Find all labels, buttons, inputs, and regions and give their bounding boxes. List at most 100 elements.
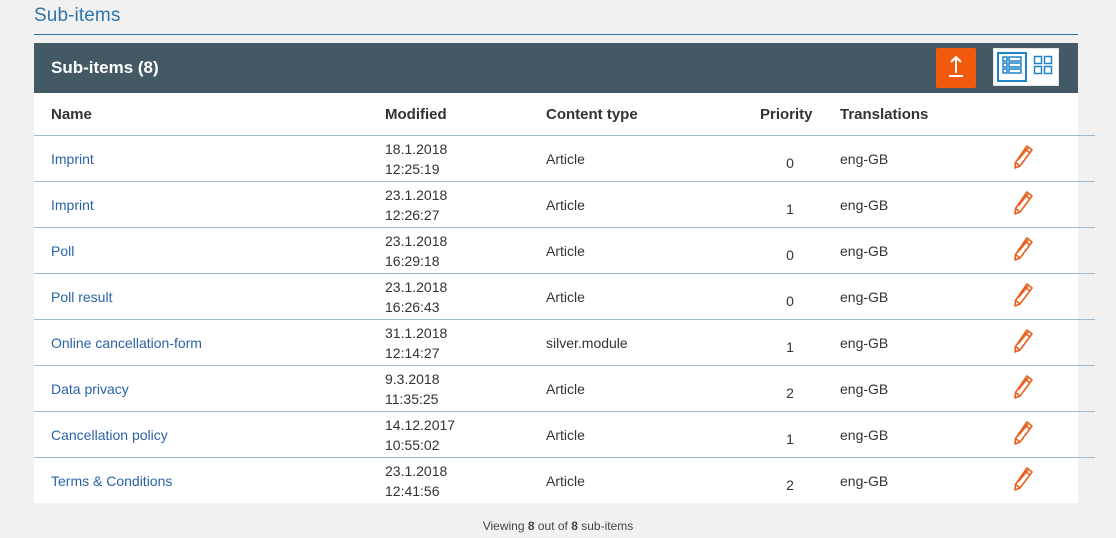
row-modified-cell: 23.1.2018 16:29:18: [385, 227, 546, 274]
modified-date: 18.1.2018: [385, 140, 448, 157]
row-translations: eng-GB: [840, 411, 1010, 458]
edit-button[interactable]: [1012, 144, 1034, 173]
row-name-cell: Data privacy: [34, 365, 385, 412]
row-translations: eng-GB: [840, 472, 889, 489]
modified-date: 9.3.2018: [385, 370, 440, 387]
list-view-button[interactable]: [997, 52, 1027, 82]
priority-value: 0: [786, 292, 794, 309]
modified-date: 23.1.2018: [385, 278, 448, 295]
footer-shown-count: 8: [527, 519, 535, 533]
item-name-link[interactable]: Poll: [51, 243, 74, 259]
row-modified-cell: 23.1.2018 12:26:27: [385, 181, 546, 228]
row-content-type: Article: [546, 135, 760, 182]
sub-items-panel: Sub-items (8) Name Modified Content type…: [34, 43, 1095, 503]
row-translations: eng-GB: [840, 227, 1010, 274]
item-name-link[interactable]: Data privacy: [51, 381, 129, 397]
panel-title: Sub-items (8): [51, 58, 159, 77]
row-translations: eng-GB: [840, 365, 1010, 412]
row-actions-cell: [1010, 411, 1095, 458]
row-modified-cell: 31.1.2018 12:14:27: [385, 319, 546, 366]
row-name-cell: Terms & Conditions: [34, 458, 385, 504]
row-priority-cell: 0: [760, 135, 840, 182]
row-name-cell: Imprint: [34, 181, 385, 228]
edit-button[interactable]: [1012, 328, 1034, 357]
priority-value: 1: [786, 338, 794, 355]
row-modified-cell: 18.1.2018 12:25:19: [385, 135, 546, 182]
row-actions-cell: [1010, 135, 1095, 182]
modified-time: 10:55:02: [385, 436, 440, 453]
row-priority-cell: 0: [760, 227, 840, 274]
row-actions-cell: [1010, 458, 1095, 504]
row-modified-cell: 14.12.2017 10:55:02: [385, 411, 546, 458]
column-header-modified[interactable]: Modified: [385, 93, 546, 136]
item-name-link[interactable]: Terms & Conditions: [51, 473, 172, 489]
row-modified-cell: 23.1.2018 16:26:43: [385, 273, 546, 320]
table-row: Data privacy 9.3.2018 11:35:25 Article 2 eng-…: [34, 365, 1095, 412]
item-name-link[interactable]: Poll result: [51, 289, 112, 305]
table-row: Imprint 23.1.2018 12:26:27 Article 1 eng-GB: [34, 181, 1095, 228]
priority-value: 1: [786, 430, 794, 447]
priority-value: 0: [786, 154, 794, 171]
edit-button[interactable]: [1012, 236, 1034, 265]
pencil-icon: [1012, 191, 1034, 219]
pencil-icon: [1012, 467, 1034, 495]
row-content-type: silver.module: [546, 319, 760, 366]
panel-header: Sub-items (8): [34, 43, 1078, 93]
edit-button[interactable]: [1012, 466, 1034, 495]
modified-date: 23.1.2018: [385, 186, 448, 203]
table-row: Imprint 18.1.2018 12:25:19 Article 0 eng-GB: [34, 135, 1095, 182]
priority-value: 0: [786, 246, 794, 263]
item-name-link[interactable]: Imprint: [51, 151, 94, 167]
row-priority-cell: 2: [760, 365, 840, 412]
row-actions-cell: [1010, 319, 1095, 366]
row-actions-cell: [1010, 273, 1095, 320]
row-name-cell: Imprint: [34, 135, 385, 182]
table-row: Cancellation policy 14.12.2017 10:55:02 Art…: [34, 411, 1095, 458]
upload-button[interactable]: [936, 48, 976, 88]
pencil-icon: [1012, 283, 1034, 311]
row-name-cell: Poll: [34, 227, 385, 274]
item-name-link[interactable]: Online cancellation-form: [51, 335, 202, 351]
column-header-content-type[interactable]: Content type: [546, 93, 760, 136]
modified-time: 12:41:56: [385, 482, 440, 499]
section-divider: [34, 34, 1078, 35]
footer-suffix: sub-items: [577, 519, 634, 533]
upload-arrow-icon: [946, 53, 966, 84]
table-row: Poll 23.1.2018 16:29:18 Article 0 eng-GB: [34, 227, 1095, 274]
row-actions-cell: [1010, 181, 1095, 228]
edit-button[interactable]: [1012, 282, 1034, 311]
item-name-link[interactable]: Cancellation policy: [51, 427, 168, 443]
grid-view-icon: [1033, 55, 1053, 80]
row-content-type: Article: [546, 411, 760, 458]
footer-middle: out of: [534, 519, 572, 533]
row-priority-cell: 2: [760, 458, 840, 504]
sub-items-table: Name Modified Content type Priority Tran…: [34, 93, 1095, 503]
section-title: Sub-items: [34, 5, 121, 26]
priority-value: 1: [786, 200, 794, 217]
column-header-priority[interactable]: Priority: [760, 93, 840, 136]
modified-date: 23.1.2018: [385, 462, 448, 479]
edit-button[interactable]: [1012, 420, 1034, 449]
grid-view-button[interactable]: [1029, 52, 1058, 82]
row-priority-cell: 0: [760, 273, 840, 320]
modified-time: 12:25:19: [385, 160, 440, 177]
row-modified-cell: 9.3.2018 11:35:25: [385, 365, 546, 412]
row-content-type: Article: [546, 227, 760, 274]
modified-time: 16:29:18: [385, 252, 440, 269]
pagination-info: Viewing 8 out of 8 sub-items: [0, 519, 1116, 533]
column-header-actions: [1010, 93, 1095, 136]
pencil-icon: [1012, 329, 1034, 357]
view-toggle: [993, 48, 1059, 86]
pencil-icon: [1012, 421, 1034, 449]
modified-date: 31.1.2018: [385, 324, 448, 341]
row-content-type: Article: [546, 472, 585, 489]
modified-time: 12:14:27: [385, 344, 440, 361]
row-name-cell: Cancellation policy: [34, 411, 385, 458]
item-name-link[interactable]: Imprint: [51, 197, 94, 213]
column-header-name[interactable]: Name: [34, 93, 385, 136]
footer-prefix: Viewing: [482, 519, 528, 533]
edit-button[interactable]: [1012, 190, 1034, 219]
modified-time: 12:26:27: [385, 206, 440, 223]
edit-button[interactable]: [1012, 374, 1034, 403]
row-priority-cell: 1: [760, 411, 840, 458]
